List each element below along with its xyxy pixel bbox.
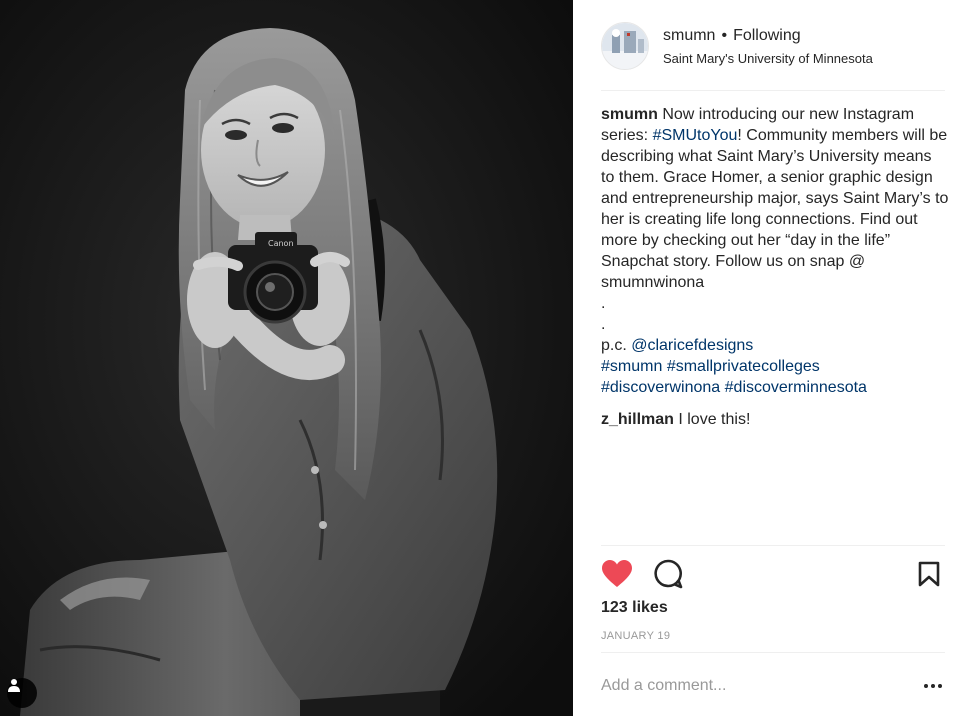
- hashtag-discoverwinona[interactable]: #discoverwinona: [601, 379, 720, 396]
- caption-dot-1: .: [601, 295, 606, 312]
- svg-text:Canon: Canon: [268, 239, 294, 248]
- caption-dot-2: .: [601, 316, 606, 333]
- header-divider: [601, 90, 945, 91]
- comment-text: I love this!: [673, 411, 751, 428]
- post-photo[interactable]: Canon: [0, 0, 573, 716]
- post-header: smumn • Following Saint Mary's Universit…: [601, 20, 945, 72]
- heart-icon: [602, 560, 632, 587]
- hashtag-smumn[interactable]: #smumn: [601, 358, 662, 375]
- header-username-row: smumn • Following: [663, 27, 873, 45]
- following-button[interactable]: Following: [733, 27, 801, 45]
- add-comment-input[interactable]: [601, 677, 921, 695]
- caption-hashtags-line-2: #discoverwinona #discoverminnesota: [601, 377, 949, 398]
- user-tag-icon: [8, 679, 20, 692]
- separator-dot: •: [721, 26, 728, 44]
- caption: smumn Now introducing our new Instagram …: [601, 104, 949, 398]
- instagram-post: Canon smumn • Following Saint Mary's Uni…: [0, 0, 973, 716]
- caption-photo-credit: p.c. @claricefdesigns: [601, 335, 949, 356]
- hashtag-smallprivatecolleges[interactable]: #smallprivatecolleges: [667, 358, 820, 375]
- caption-text-2: ! Community members will be describing w…: [601, 127, 949, 291]
- comment-username[interactable]: z_hillman: [601, 411, 674, 428]
- hashtag-discoverminnesota[interactable]: #discoverminnesota: [725, 379, 867, 396]
- actions-divider: [601, 545, 945, 546]
- like-button[interactable]: [601, 558, 633, 590]
- post-location[interactable]: Saint Mary's University of Minnesota: [663, 51, 873, 66]
- more-options-button[interactable]: [921, 674, 945, 698]
- photo-credit-label: p.c.: [601, 337, 632, 354]
- likes-count[interactable]: 123 likes: [601, 599, 668, 617]
- avatar[interactable]: [601, 22, 649, 70]
- user-tag-button[interactable]: [7, 678, 37, 708]
- comments-section: smumn Now introducing our new Instagram …: [601, 104, 949, 430]
- add-comment-row: [601, 667, 945, 705]
- header-text: smumn • Following Saint Mary's Universit…: [663, 27, 873, 66]
- post-side-panel: smumn • Following Saint Mary's Universit…: [573, 0, 973, 716]
- comment-divider: [601, 652, 945, 653]
- comment-bubble-icon: [654, 559, 683, 589]
- caption-username[interactable]: smumn: [601, 106, 658, 123]
- comment-button[interactable]: [652, 558, 684, 590]
- post-username[interactable]: smumn: [663, 27, 715, 45]
- post-date[interactable]: JANUARY 19: [601, 630, 670, 642]
- caption-hashtag-smutoyou[interactable]: #SMUtoYou: [653, 127, 738, 144]
- photo-credit-mention[interactable]: @claricefdesigns: [631, 337, 753, 354]
- caption-hashtags-line-1: #smumn #smallprivatecolleges: [601, 356, 949, 377]
- bookmark-icon: [918, 561, 940, 587]
- save-button[interactable]: [913, 558, 945, 590]
- action-bar: [601, 557, 945, 591]
- comment-item: z_hillman I love this!: [601, 409, 949, 430]
- photo-illustration: Canon: [0, 0, 573, 716]
- more-options-icon: [924, 684, 942, 688]
- avatar-image: [602, 23, 648, 69]
